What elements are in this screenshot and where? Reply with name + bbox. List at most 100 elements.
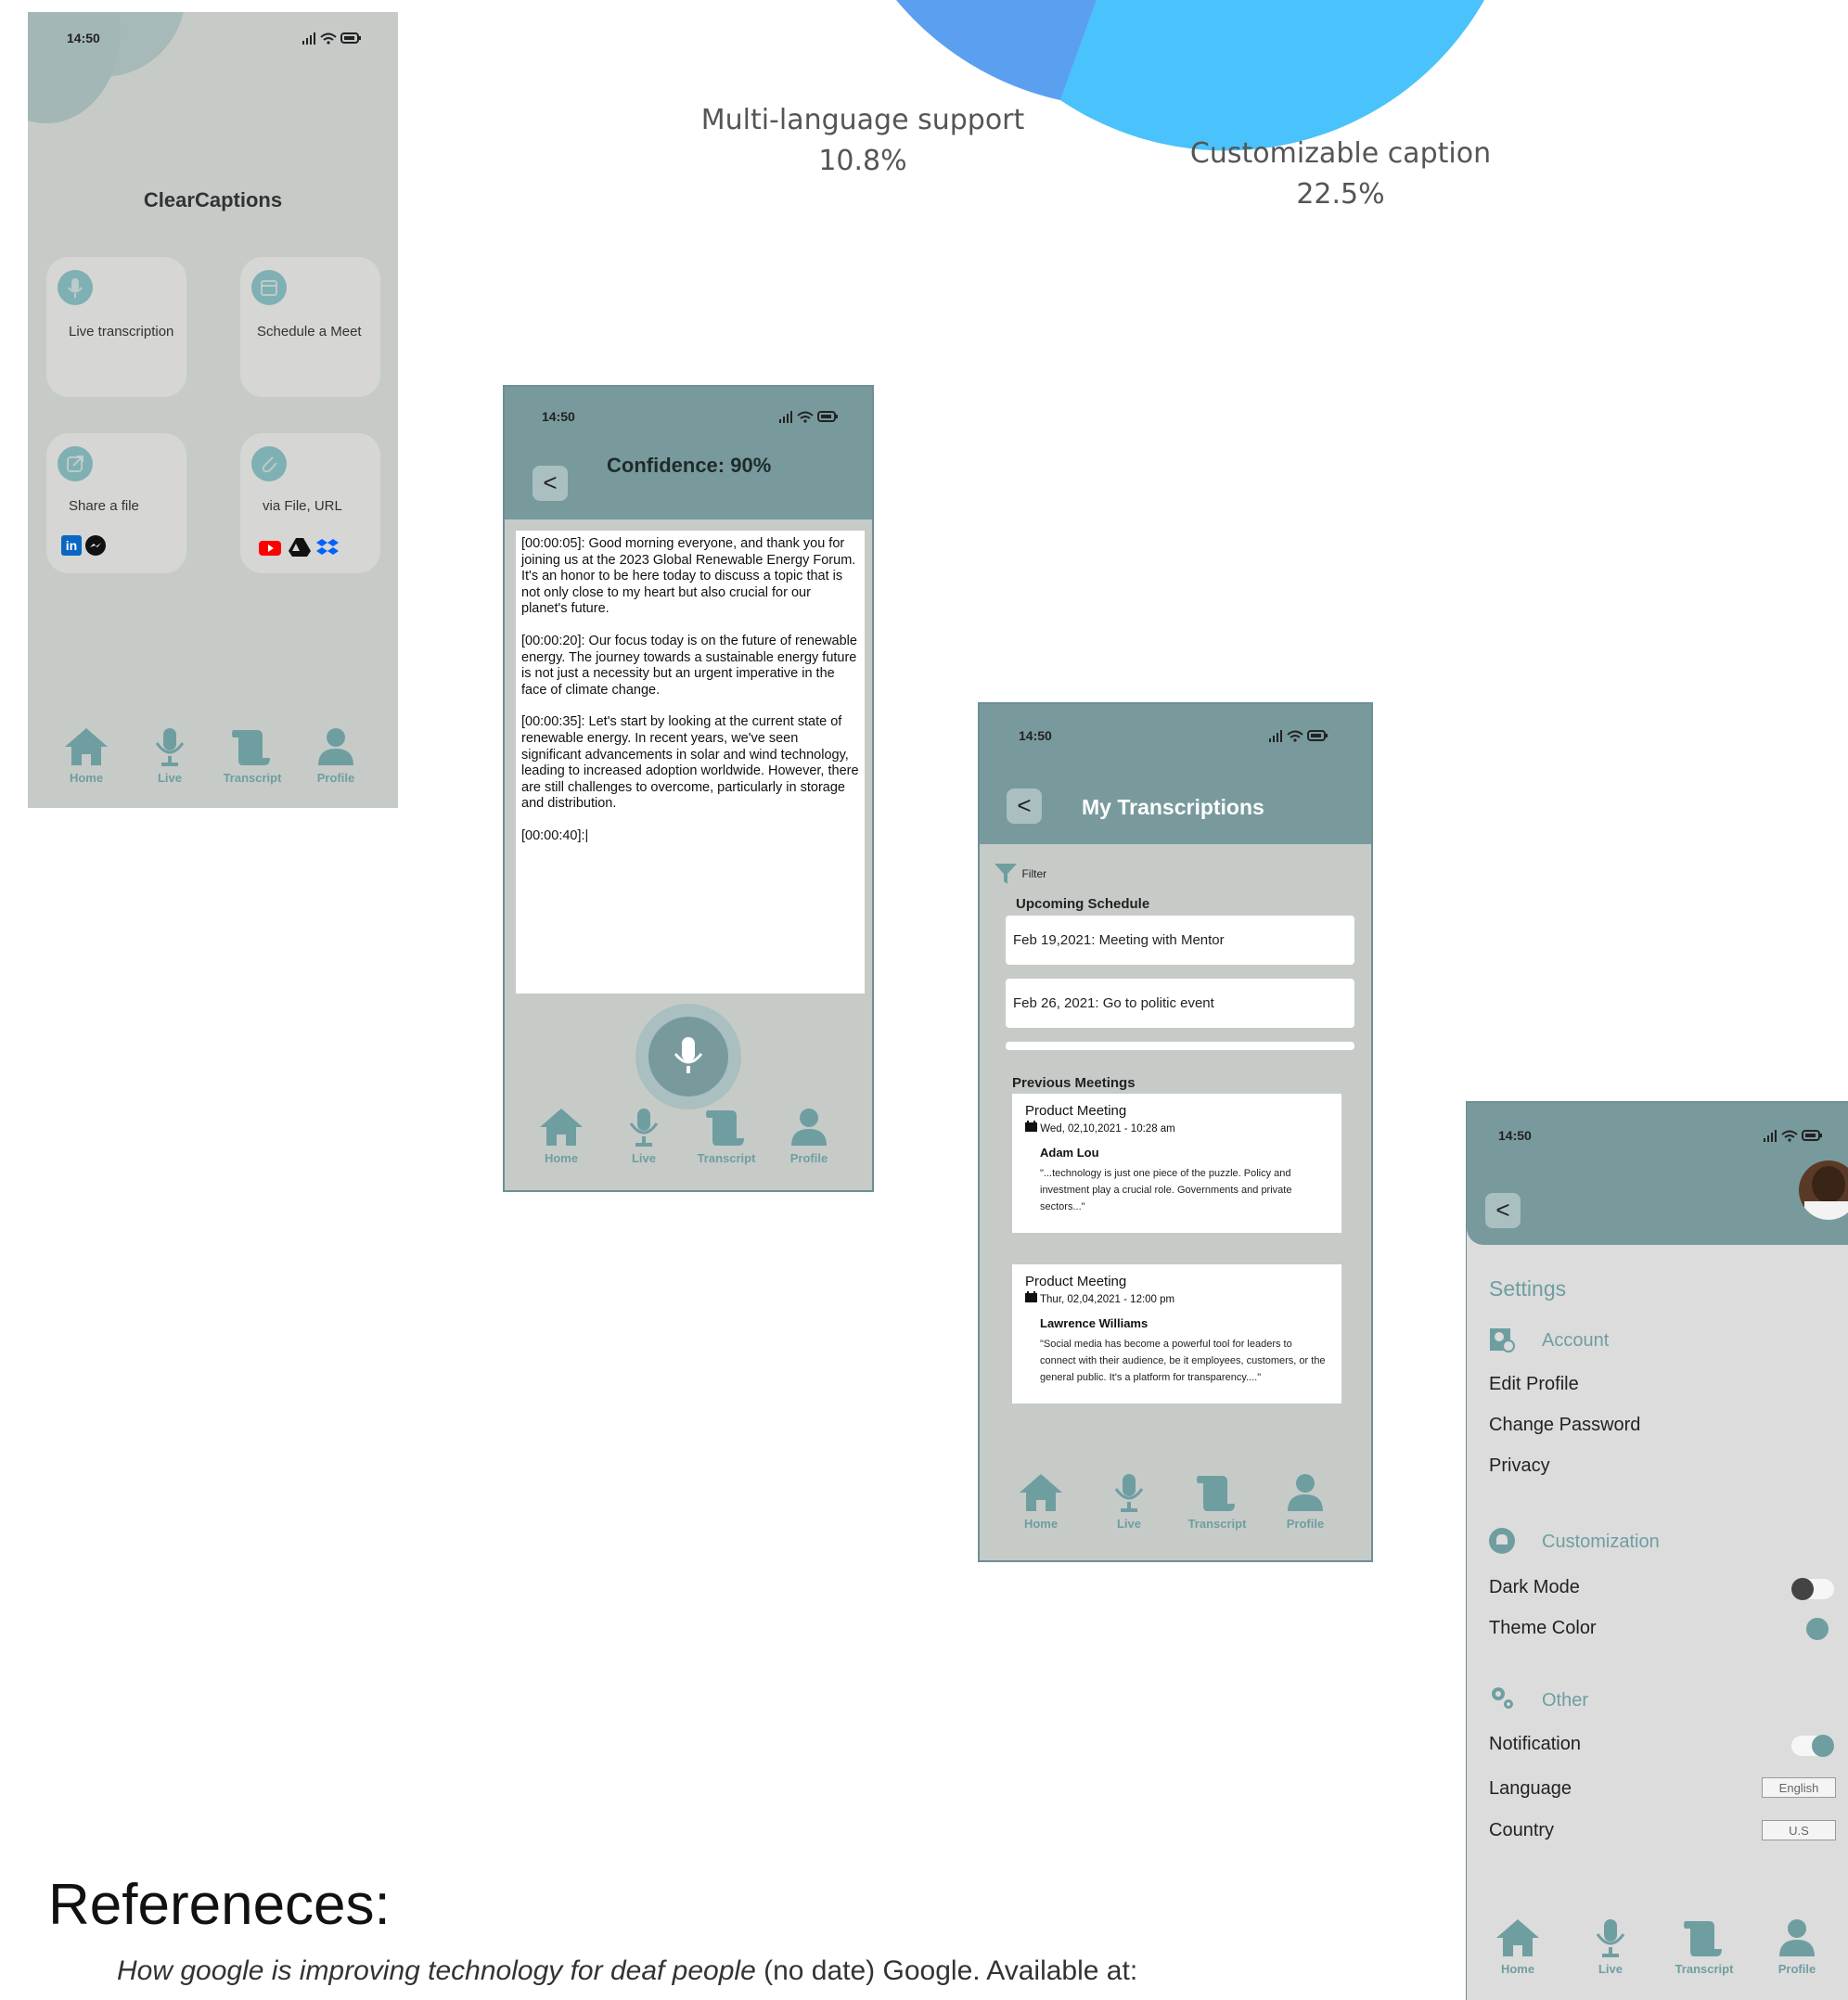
nav-label: Home — [1023, 1517, 1059, 1531]
dropbox-icon[interactable] — [316, 537, 339, 558]
transcript-paragraph: [00:00:40]:| — [521, 827, 589, 843]
tile-schedule-meet[interactable]: Schedule a Meet — [240, 257, 380, 397]
nav-label: Profile — [1777, 1962, 1816, 1976]
my-transcriptions-screen: 14:50 < My Transcriptions Filter Upcomin… — [978, 702, 1373, 1562]
tile-share-file[interactable]: Share a file in — [46, 433, 186, 573]
nav-label: Home — [544, 1151, 579, 1165]
nav-transcript[interactable]: Transcript — [1180, 1472, 1254, 1531]
nav-profile[interactable]: Profile — [772, 1107, 846, 1165]
app-title: ClearCaptions — [143, 188, 283, 212]
nav-label: Transcript — [1675, 1962, 1734, 1976]
nav-live[interactable]: Live — [1092, 1472, 1166, 1531]
transcript-paragraph: [00:00:20]: Our focus today is on the fu… — [521, 633, 857, 698]
messenger-icon[interactable] — [85, 535, 106, 556]
record-button-inner — [648, 1017, 728, 1096]
nav-home[interactable]: Home — [1004, 1472, 1078, 1531]
signal-wifi-battery-icon — [779, 411, 838, 423]
calendar-icon — [1025, 1121, 1037, 1132]
dark-mode-toggle[interactable] — [1791, 1578, 1834, 1600]
theme-color-label: Theme Color — [1489, 1618, 1597, 1638]
status-bar: 14:50 — [980, 728, 1371, 765]
nav-transcript[interactable]: Transcript — [689, 1107, 764, 1165]
dark-mode-label: Dark Mode — [1489, 1577, 1580, 1597]
nav-profile[interactable]: Profile — [299, 726, 373, 785]
filter-button[interactable]: Filter — [994, 862, 1046, 886]
edit-profile-item[interactable]: Edit Profile — [1489, 1374, 1579, 1395]
nav-live[interactable]: Live — [607, 1107, 681, 1165]
nav-profile[interactable]: Profile — [1268, 1472, 1342, 1531]
back-button[interactable]: < — [1485, 1193, 1521, 1228]
status-time: 14:50 — [1019, 728, 1052, 743]
nav-live[interactable]: Live — [133, 726, 207, 785]
nav-home[interactable]: Home — [524, 1107, 598, 1165]
nav-home[interactable]: Home — [49, 726, 123, 785]
youtube-icon[interactable] — [259, 541, 281, 556]
tile-live-transcription[interactable]: Live transcription — [46, 257, 186, 397]
meeting-card[interactable]: Product Meeting Thur, 02,04,2021 - 12:00… — [1012, 1264, 1341, 1404]
meeting-quote: "Social media has become a powerful tool… — [1040, 1339, 1326, 1383]
calendar-icon — [251, 270, 287, 305]
nav-transcript[interactable]: Transcript — [1667, 1917, 1741, 1976]
nav-live[interactable]: Live — [1573, 1917, 1648, 1976]
pie-label-value: 22.5% — [1296, 178, 1385, 211]
signal-wifi-battery-icon — [1764, 1130, 1822, 1142]
notification-toggle[interactable] — [1791, 1735, 1834, 1757]
back-button[interactable]: < — [1007, 788, 1042, 824]
tile-label: via File, URL — [263, 498, 342, 514]
user-icon — [791, 1109, 827, 1146]
transcript-text-area[interactable]: [00:00:05]: Good morning everyone, and t… — [516, 531, 865, 994]
status-bar: 14:50 — [28, 31, 398, 68]
nav-label: Transcript — [1187, 1517, 1247, 1531]
status-time: 14:50 — [1498, 1128, 1532, 1143]
upcoming-item[interactable]: Feb 26, 2021: Go to politic event — [1006, 979, 1354, 1028]
nav-label: Profile — [316, 771, 355, 785]
meeting-card[interactable]: Product Meeting Wed, 02,10,2021 - 10:28 … — [1012, 1094, 1341, 1233]
nav-home[interactable]: Home — [1481, 1917, 1555, 1976]
account-heading: Account — [1542, 1330, 1610, 1351]
record-button[interactable] — [635, 1004, 741, 1109]
privacy-item[interactable]: Privacy — [1489, 1455, 1550, 1477]
filter-icon — [995, 864, 1017, 884]
bottom-nav: Home Live Transcript Profile — [505, 1107, 872, 1190]
upcoming-heading: Upcoming Schedule — [1016, 896, 1150, 912]
meeting-title: Product Meeting — [1025, 1103, 1127, 1119]
theme-color-swatch[interactable] — [1806, 1618, 1829, 1640]
meeting-quote: "...technology is just one piece of the … — [1040, 1168, 1292, 1212]
calendar-icon — [1025, 1291, 1037, 1302]
nav-label: Live — [1598, 1962, 1623, 1976]
home-icon — [540, 1109, 583, 1146]
language-label: Language — [1489, 1778, 1572, 1799]
transcript-paragraph: [00:00:35]: Let's start by looking at th… — [521, 714, 859, 812]
scroll-icon — [1197, 1476, 1235, 1511]
other-heading: Other — [1542, 1690, 1589, 1711]
references-heading: Refereneces: — [48, 1873, 391, 1937]
change-password-item[interactable]: Change Password — [1489, 1415, 1640, 1436]
language-select[interactable]: English — [1762, 1777, 1836, 1798]
country-select[interactable]: U.S — [1762, 1820, 1836, 1840]
tile-label: Schedule a Meet — [257, 324, 362, 340]
tile-via-file-url[interactable]: via File, URL — [240, 433, 380, 573]
avatar-shirt — [1804, 1201, 1848, 1220]
google-drive-icon[interactable] — [289, 537, 311, 558]
avatar[interactable] — [1799, 1160, 1848, 1220]
meeting-speaker: Adam Lou — [1040, 1146, 1099, 1160]
pie-label-multi-language: Multi-language support 10.8% — [687, 100, 1039, 182]
back-button[interactable]: < — [533, 466, 568, 501]
linkedin-icon[interactable]: in — [61, 535, 82, 556]
mic-icon — [58, 270, 93, 305]
nav-transcript[interactable]: Transcript — [215, 726, 289, 785]
nav-label: Live — [631, 1151, 656, 1165]
status-bar: 14:50 — [505, 409, 872, 446]
user-icon — [1779, 1919, 1815, 1956]
upcoming-item[interactable]: Feb 19,2021: Meeting with Mentor — [1006, 916, 1354, 965]
scroll-icon — [706, 1110, 744, 1146]
header: 14:50 < My Transcriptions — [980, 704, 1371, 844]
toggle-knob — [1812, 1735, 1834, 1757]
reference-title: How google is improving technology for d… — [117, 1955, 756, 1986]
settings-title: Settings — [1489, 1276, 1567, 1301]
reference-entry: How google is improving technology for d… — [117, 1955, 1137, 1987]
nav-profile[interactable]: Profile — [1760, 1917, 1834, 1976]
bell-icon — [1489, 1528, 1515, 1554]
home-screen: 14:50 ClearCaptions Live transcription S… — [28, 12, 398, 808]
nav-label: Profile — [1286, 1517, 1325, 1531]
